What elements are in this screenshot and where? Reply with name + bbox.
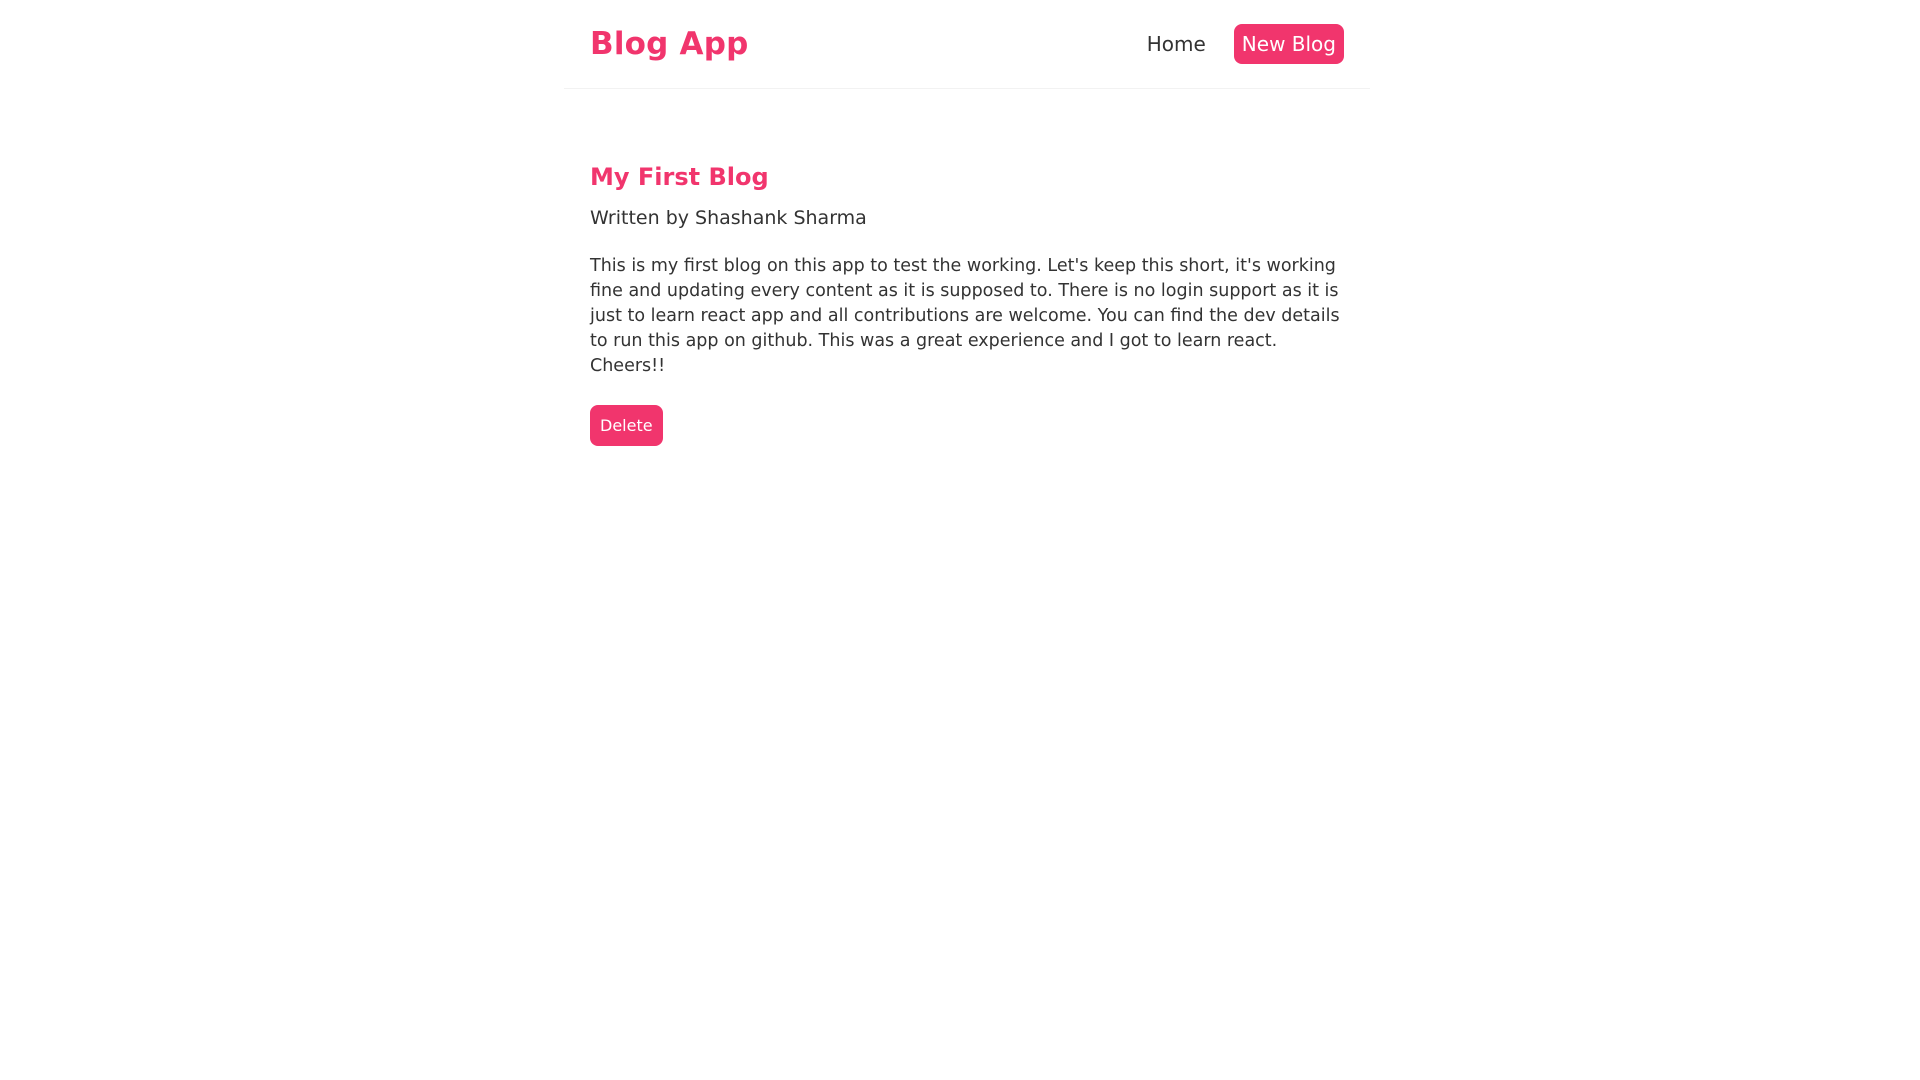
new-blog-button[interactable]: New Blog	[1233, 24, 1344, 64]
brand-title: Blog App	[590, 26, 749, 62]
blog-title: My First Blog	[590, 163, 769, 191]
nav-links: Home New Blog	[1147, 24, 1344, 64]
navbar: Blog App Home New Blog	[564, 0, 1370, 89]
nav-link-home[interactable]: Home	[1147, 24, 1206, 64]
delete-button[interactable]: Delete	[590, 405, 663, 446]
blog-author: Written by Shashank Sharma	[590, 207, 867, 229]
blog-details: My First Blog Written by Shashank Sharma…	[590, 160, 1350, 446]
blog-body: This is my first blog on this app to tes…	[590, 256, 1340, 376]
page: Blog App Home New Blog My First Blog Wri…	[0, 0, 1920, 1080]
